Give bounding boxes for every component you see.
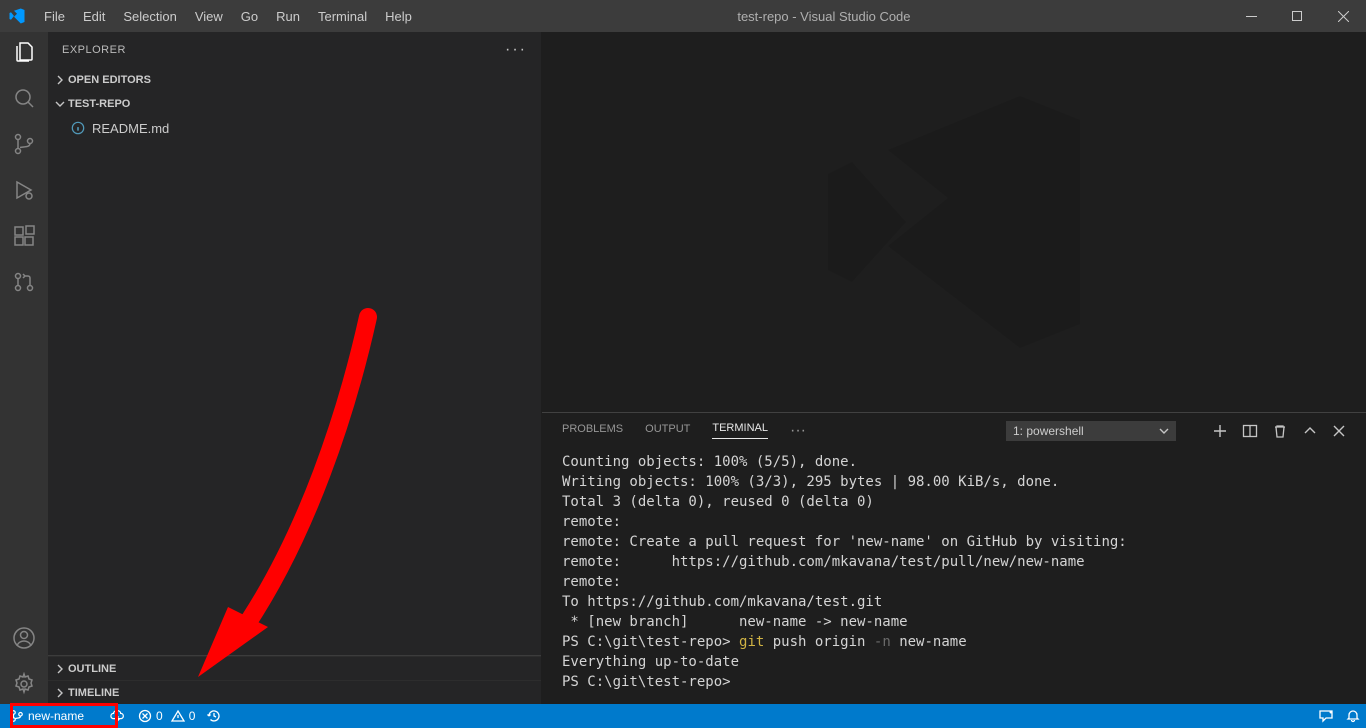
- status-branch[interactable]: new-name: [0, 704, 90, 728]
- status-sync[interactable]: [104, 704, 132, 728]
- chevron-right-icon: [52, 664, 68, 674]
- panel: PROBLEMS OUTPUT TERMINAL ··· 1: powershe…: [542, 412, 1366, 704]
- bell-icon: [1346, 709, 1360, 723]
- open-editors-label: OPEN EDITORS: [68, 74, 151, 86]
- menu-selection[interactable]: Selection: [115, 5, 184, 28]
- errors-count: 0: [156, 709, 163, 723]
- close-button[interactable]: [1320, 0, 1366, 32]
- panel-more-icon[interactable]: ···: [790, 422, 806, 440]
- chevron-right-icon: [52, 688, 68, 698]
- run-debug-tab-icon[interactable]: [10, 176, 38, 204]
- repo-section[interactable]: TEST-REPO: [48, 92, 541, 116]
- tab-output[interactable]: OUTPUT: [645, 423, 690, 439]
- branch-name: new-name: [28, 709, 84, 723]
- menu-help[interactable]: Help: [377, 5, 420, 28]
- status-bar: new-name 0 0: [0, 704, 1366, 728]
- menu-view[interactable]: View: [187, 5, 231, 28]
- terminal-selector-label: 1: powershell: [1013, 424, 1084, 438]
- new-terminal-icon[interactable]: [1212, 423, 1228, 439]
- window-title: test-repo - Visual Studio Code: [420, 9, 1228, 24]
- activity-bar: [0, 32, 48, 704]
- accounts-icon[interactable]: [10, 624, 38, 652]
- settings-gear-icon[interactable]: [10, 670, 38, 698]
- timeline-section[interactable]: TIMELINE: [48, 680, 541, 704]
- chevron-down-icon: [1159, 426, 1169, 436]
- warnings-count: 0: [189, 709, 196, 723]
- maximize-button[interactable]: [1274, 0, 1320, 32]
- file-readme[interactable]: README.md: [48, 116, 541, 140]
- chevron-down-icon: [52, 99, 68, 109]
- kill-terminal-icon[interactable]: [1272, 423, 1288, 439]
- git-branch-icon: [10, 709, 24, 723]
- status-feedback[interactable]: [1312, 709, 1340, 723]
- menu-run[interactable]: Run: [268, 5, 308, 28]
- vscode-watermark-icon: [804, 72, 1104, 372]
- explorer-sidebar: EXPLORER ··· OPEN EDITORS TEST-REPO READ…: [48, 32, 542, 704]
- repo-name-label: TEST-REPO: [68, 98, 130, 110]
- vscode-logo-icon: [8, 7, 26, 25]
- outline-label: OUTLINE: [68, 663, 116, 675]
- menu-go[interactable]: Go: [233, 5, 266, 28]
- minimize-button[interactable]: [1228, 0, 1274, 32]
- info-file-icon: [70, 120, 86, 136]
- file-name-label: README.md: [92, 121, 169, 136]
- more-actions-icon[interactable]: ···: [505, 41, 527, 59]
- close-panel-icon[interactable]: [1332, 424, 1346, 438]
- open-editors-section[interactable]: OPEN EDITORS: [48, 68, 541, 92]
- explorer-tab-icon[interactable]: [10, 38, 38, 66]
- warning-icon: [171, 709, 185, 723]
- sidebar-title: EXPLORER: [62, 44, 126, 56]
- titlebar: File Edit Selection View Go Run Terminal…: [0, 0, 1366, 32]
- menu-terminal[interactable]: Terminal: [310, 5, 375, 28]
- outline-section[interactable]: OUTLINE: [48, 656, 541, 680]
- status-problems[interactable]: 0 0: [132, 704, 201, 728]
- source-control-tab-icon[interactable]: [10, 130, 38, 158]
- terminal-output[interactable]: Counting objects: 100% (5/5), done. Writ…: [542, 448, 1366, 704]
- status-notifications[interactable]: [1340, 709, 1366, 723]
- extensions-tab-icon[interactable]: [10, 222, 38, 250]
- cloud-sync-icon: [110, 709, 126, 723]
- editor-area: PROBLEMS OUTPUT TERMINAL ··· 1: powershe…: [542, 32, 1366, 704]
- github-pr-tab-icon[interactable]: [10, 268, 38, 296]
- error-icon: [138, 709, 152, 723]
- search-tab-icon[interactable]: [10, 84, 38, 112]
- timeline-label: TIMELINE: [68, 687, 119, 699]
- chevron-right-icon: [52, 75, 68, 85]
- menu-bar: File Edit Selection View Go Run Terminal…: [36, 5, 420, 28]
- feedback-icon: [1318, 709, 1334, 723]
- split-terminal-icon[interactable]: [1242, 423, 1258, 439]
- status-history[interactable]: [201, 704, 227, 728]
- maximize-panel-icon[interactable]: [1302, 423, 1318, 439]
- menu-edit[interactable]: Edit: [75, 5, 113, 28]
- terminal-selector[interactable]: 1: powershell: [1006, 421, 1176, 441]
- menu-file[interactable]: File: [36, 5, 73, 28]
- tab-problems[interactable]: PROBLEMS: [562, 423, 623, 439]
- history-icon: [207, 709, 221, 723]
- tab-terminal[interactable]: TERMINAL: [712, 422, 768, 439]
